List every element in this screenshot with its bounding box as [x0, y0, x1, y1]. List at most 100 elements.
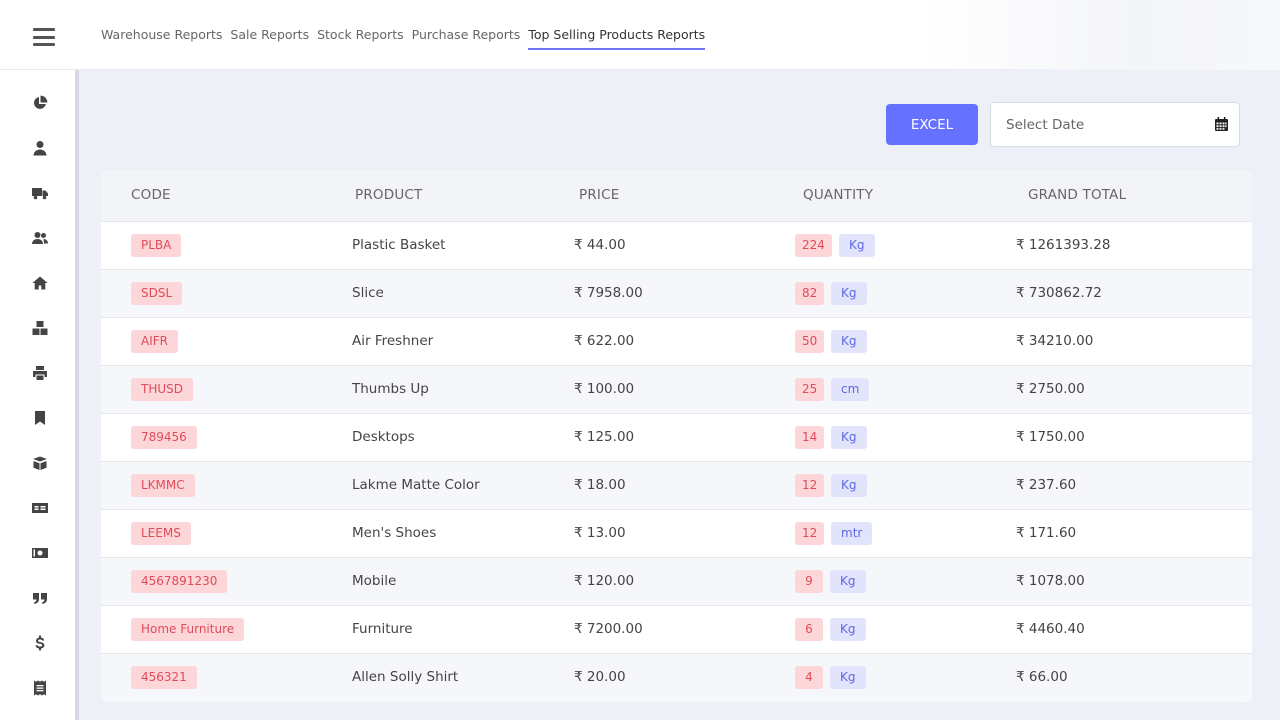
grand-total-value: ₹ 1261393.28	[1016, 237, 1111, 253]
dollar-icon[interactable]	[31, 634, 49, 652]
quantity-badge: 14	[795, 426, 825, 449]
unit-badge: mtr	[831, 522, 873, 545]
price-value: ₹ 120.00	[574, 573, 635, 589]
grand-total-value: ₹ 730862.72	[1016, 285, 1102, 301]
pie-chart-icon[interactable]	[31, 94, 49, 112]
product-name: Furniture	[352, 621, 413, 637]
product-name: Thumbs Up	[352, 381, 429, 397]
grand-total-value: ₹ 1078.00	[1016, 573, 1085, 589]
quantity-badge: 12	[795, 522, 825, 545]
grand-total-value: ₹ 4460.40	[1016, 621, 1085, 637]
grand-total-value: ₹ 2750.00	[1016, 381, 1085, 397]
top-selling-products-table: CODE PRODUCT PRICE QUANTITY GRAND TOTAL …	[101, 170, 1252, 702]
home-icon[interactable]	[31, 274, 49, 292]
price-value: ₹ 7958.00	[574, 285, 643, 301]
unit-badge: Kg	[831, 282, 867, 305]
id-card-icon[interactable]	[31, 499, 49, 517]
users-icon[interactable]	[31, 229, 49, 247]
table-header: CODE PRODUCT PRICE QUANTITY GRAND TOTAL	[101, 170, 1252, 222]
quantity-badge: 12	[795, 474, 825, 497]
column-header-code[interactable]: CODE	[131, 187, 171, 203]
column-header-grand-total[interactable]: GRAND TOTAL	[1028, 187, 1126, 203]
box-open-icon[interactable]	[31, 454, 49, 472]
table-row[interactable]: THUSD Thumbs Up ₹ 100.00 25 cm ₹ 2750.00	[101, 366, 1252, 414]
column-header-quantity[interactable]: QUANTITY	[803, 187, 873, 203]
table-row[interactable]: SDSL Slice ₹ 7958.00 82 Kg ₹ 730862.72	[101, 270, 1252, 318]
unit-badge: cm	[831, 378, 870, 401]
quantity-badge: 82	[795, 282, 825, 305]
print-icon[interactable]	[31, 364, 49, 382]
quantity-badge: 224	[795, 234, 832, 257]
price-value: ₹ 125.00	[574, 429, 635, 445]
table-row[interactable]: AIFR Air Freshner ₹ 622.00 50 Kg ₹ 34210…	[101, 318, 1252, 366]
header-fade	[920, 0, 1280, 70]
table-row[interactable]: Home Furniture Furniture ₹ 7200.00 6 Kg …	[101, 606, 1252, 654]
tab-sale-reports[interactable]: Sale Reports	[230, 27, 309, 50]
product-name: Slice	[352, 285, 384, 301]
product-name: Mobile	[352, 573, 397, 589]
menu-toggle-icon[interactable]	[33, 28, 55, 46]
code-badge: 456321	[131, 666, 197, 689]
money-bill-icon[interactable]	[31, 544, 49, 562]
price-value: ₹ 20.00	[574, 669, 626, 685]
unit-badge: Kg	[831, 330, 867, 353]
code-badge: THUSD	[131, 378, 193, 401]
table-row[interactable]: PLBA Plastic Basket ₹ 44.00 224 Kg ₹ 126…	[101, 222, 1252, 270]
price-value: ₹ 622.00	[574, 333, 635, 349]
code-badge: 4567891230	[131, 570, 228, 593]
table-body: PLBA Plastic Basket ₹ 44.00 224 Kg ₹ 126…	[101, 222, 1252, 702]
quote-icon[interactable]	[31, 589, 49, 607]
table-row[interactable]: LEEMS Men's Shoes ₹ 13.00 12 mtr ₹ 171.6…	[101, 510, 1252, 558]
product-name: Lakme Matte Color	[352, 477, 480, 493]
column-header-price[interactable]: PRICE	[579, 187, 619, 203]
date-picker[interactable]	[990, 102, 1240, 147]
user-icon[interactable]	[31, 139, 49, 157]
tab-warehouse-reports[interactable]: Warehouse Reports	[101, 27, 222, 50]
truck-icon[interactable]	[31, 184, 49, 202]
unit-badge: Kg	[830, 618, 866, 641]
select-date-input[interactable]	[991, 103, 1211, 146]
receipt-icon[interactable]	[31, 679, 49, 697]
sidebar-divider	[75, 70, 79, 720]
tab-top-selling-products-reports[interactable]: Top Selling Products Reports	[528, 27, 706, 50]
product-name: Men's Shoes	[352, 525, 437, 541]
grand-total-value: ₹ 237.60	[1016, 477, 1077, 493]
grand-total-value: ₹ 1750.00	[1016, 429, 1085, 445]
tab-purchase-reports[interactable]: Purchase Reports	[412, 27, 521, 50]
table-row[interactable]: LKMMC Lakme Matte Color ₹ 18.00 12 Kg ₹ …	[101, 462, 1252, 510]
unit-badge: Kg	[830, 570, 866, 593]
price-value: ₹ 7200.00	[574, 621, 643, 637]
quantity-badge: 25	[795, 378, 825, 401]
grand-total-value: ₹ 66.00	[1016, 669, 1068, 685]
tab-stock-reports[interactable]: Stock Reports	[317, 27, 404, 50]
table-row[interactable]: 789456 Desktops ₹ 125.00 14 Kg ₹ 1750.00	[101, 414, 1252, 462]
column-header-product[interactable]: PRODUCT	[355, 187, 423, 203]
calendar-icon[interactable]	[1215, 117, 1228, 131]
product-name: Plastic Basket	[352, 237, 446, 253]
unit-badge: Kg	[831, 474, 867, 497]
boxes-icon[interactable]	[31, 319, 49, 337]
quantity-badge: 4	[795, 666, 823, 689]
price-value: ₹ 13.00	[574, 525, 626, 541]
price-value: ₹ 44.00	[574, 237, 626, 253]
table-row[interactable]: 4567891230 Mobile ₹ 120.00 9 Kg ₹ 1078.0…	[101, 558, 1252, 606]
code-badge: PLBA	[131, 234, 182, 257]
code-badge: AIFR	[131, 330, 178, 353]
product-name: Air Freshner	[352, 333, 434, 349]
product-name: Desktops	[352, 429, 415, 445]
quantity-badge: 6	[795, 618, 823, 641]
code-badge: SDSL	[131, 282, 183, 305]
table-row[interactable]: 456321 Allen Solly Shirt ₹ 20.00 4 Kg ₹ …	[101, 654, 1252, 702]
bookmark-icon[interactable]	[31, 409, 49, 427]
code-badge: LKMMC	[131, 474, 195, 497]
quantity-badge: 50	[795, 330, 825, 353]
excel-export-button[interactable]: EXCEL	[886, 104, 978, 145]
sidebar	[0, 70, 75, 720]
quantity-badge: 9	[795, 570, 823, 593]
price-value: ₹ 18.00	[574, 477, 626, 493]
top-bar: Warehouse Reports Sale Reports Stock Rep…	[0, 0, 1280, 70]
unit-badge: Kg	[839, 234, 875, 257]
code-badge: LEEMS	[131, 522, 191, 545]
unit-badge: Kg	[830, 666, 866, 689]
grand-total-value: ₹ 34210.00	[1016, 333, 1094, 349]
